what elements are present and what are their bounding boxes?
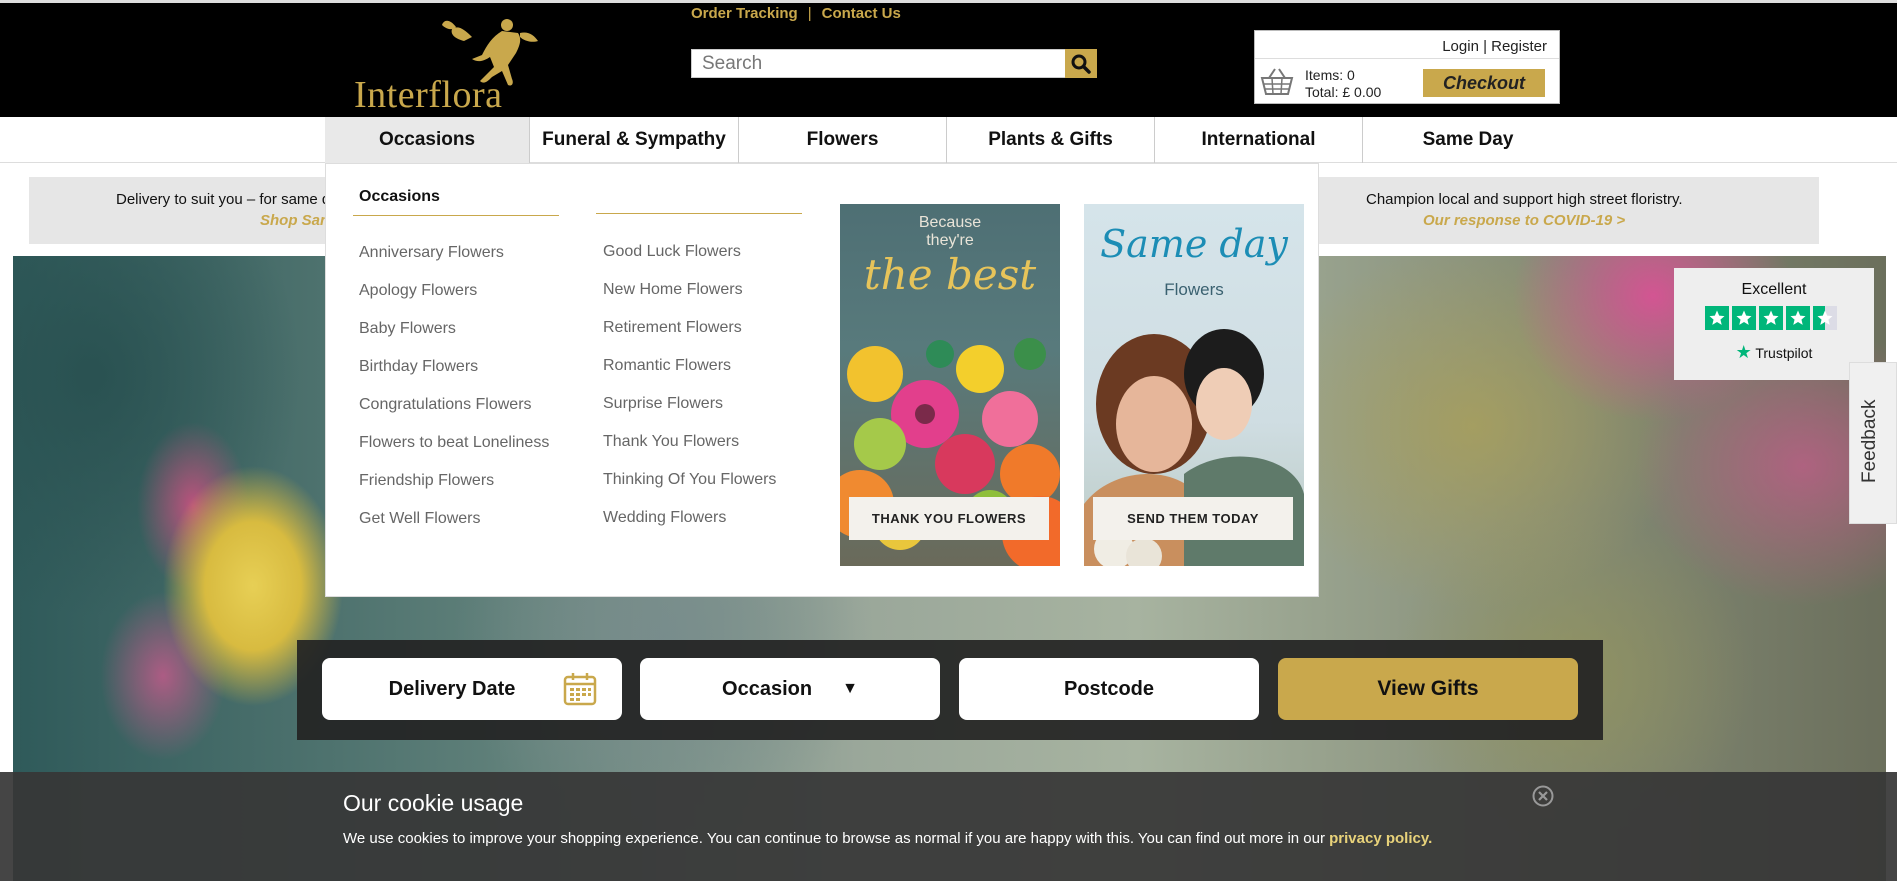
card2-line1: Same day [1100, 222, 1288, 266]
occasion-select[interactable]: Occasion ▼ [640, 658, 940, 720]
menu-link-new-home[interactable]: New Home Flowers [603, 271, 776, 309]
postcode-label: Postcode [1063, 677, 1155, 700]
search-bar [691, 49, 1097, 78]
menu-link-wedding[interactable]: Wedding Flowers [603, 499, 776, 537]
trustpilot-widget[interactable]: Excellent ★ Trustpilot [1674, 268, 1874, 380]
half-star-icon [1813, 306, 1837, 330]
cookie-text: We use cookies to improve your shopping … [343, 830, 1330, 847]
cookie-message: We use cookies to improve your shopping … [343, 830, 1432, 847]
nav-tab-funeral-sympathy[interactable]: Funeral & Sympathy [530, 117, 739, 163]
search-button[interactable] [1065, 49, 1097, 78]
cookie-banner: Our cookie usage We use cookies to impro… [0, 772, 1897, 881]
trustpilot-star-icon: ★ [1735, 342, 1752, 362]
search-input[interactable] [692, 50, 1062, 77]
view-gifts-button[interactable]: View Gifts [1278, 658, 1578, 720]
nav-tab-same-day[interactable]: Same Day [1363, 117, 1573, 163]
trustpilot-brand-name: Trustpilot [1755, 345, 1813, 361]
menu-link-friendship[interactable]: Friendship Flowers [359, 462, 549, 500]
same-day-promo-card[interactable]: Same day Flowers SEND THEM TODAY [1084, 204, 1304, 566]
dropdown-arrow-icon: ▼ [842, 680, 858, 697]
top-links: Order Tracking | Contact Us [691, 5, 901, 22]
send-them-today-button[interactable]: SEND THEM TODAY [1093, 497, 1293, 540]
menu-link-loneliness[interactable]: Flowers to beat Loneliness [359, 424, 549, 462]
star-icon [1786, 306, 1810, 330]
basket-divider [1255, 58, 1559, 59]
basket-panel: Login | Register Items: 0 Total: £ 0.00 … [1254, 30, 1560, 104]
occasions-mega-menu: Occasions Anniversary Flowers Apology Fl… [325, 163, 1319, 597]
mega-menu-divider [596, 213, 802, 214]
main-nav: Occasions Funeral & Sympathy Flowers Pla… [0, 117, 1897, 163]
mega-menu-column-2: Good Luck Flowers New Home Flowers Retir… [603, 233, 776, 537]
promo-left-text: Delivery to suit you – for same d [116, 191, 331, 208]
card1-line1: Because [918, 214, 982, 231]
interflora-logo[interactable]: Interflora [352, 15, 562, 116]
card1-line2: they're [926, 232, 974, 249]
basket-icon[interactable] [1259, 67, 1295, 97]
trustpilot-stars [1705, 306, 1837, 330]
order-tracking-link[interactable]: Order Tracking [691, 5, 798, 22]
close-icon[interactable] [1532, 785, 1554, 807]
menu-link-get-well[interactable]: Get Well Flowers [359, 500, 549, 538]
privacy-policy-link[interactable]: privacy policy. [1329, 830, 1432, 847]
contact-us-link[interactable]: Contact Us [822, 5, 901, 22]
search-icon [1071, 54, 1091, 74]
covid-response-link[interactable]: Our response to COVID-19 > [1423, 212, 1625, 229]
card2-line2: Flowers [1164, 280, 1224, 299]
menu-link-retirement[interactable]: Retirement Flowers [603, 309, 776, 347]
promo-left-link[interactable]: Shop Sam [260, 212, 333, 229]
calendar-icon [563, 673, 597, 706]
thank-you-promo-card[interactable]: Because they're the best THANK YOU FLOWE… [840, 204, 1060, 566]
mega-menu-heading: Occasions [359, 188, 440, 205]
nav-tab-occasions[interactable]: Occasions [325, 117, 530, 163]
link-separator: | [807, 5, 812, 22]
menu-link-congratulations[interactable]: Congratulations Flowers [359, 386, 549, 424]
occasion-label: Occasion [722, 677, 813, 700]
basket-total: Total: £ 0.00 [1305, 84, 1382, 100]
nav-tab-flowers[interactable]: Flowers [739, 117, 947, 163]
trustpilot-brand: ★ Trustpilot [1674, 342, 1874, 363]
cookie-title: Our cookie usage [343, 790, 524, 816]
mega-menu-divider [353, 215, 559, 216]
basket-items-count: Items: 0 [1305, 67, 1355, 83]
menu-link-baby[interactable]: Baby Flowers [359, 310, 549, 348]
star-icon [1705, 306, 1729, 330]
menu-link-apology[interactable]: Apology Flowers [359, 272, 549, 310]
menu-link-birthday[interactable]: Birthday Flowers [359, 348, 549, 386]
basket-summary: Items: 0 Total: £ 0.00 [1305, 67, 1381, 101]
menu-link-surprise[interactable]: Surprise Flowers [603, 385, 776, 423]
star-icon [1759, 306, 1783, 330]
star-icon [1732, 306, 1756, 330]
menu-link-romantic[interactable]: Romantic Flowers [603, 347, 776, 385]
delivery-date-field[interactable]: Delivery Date [322, 658, 622, 720]
mega-menu-column-1: Anniversary Flowers Apology Flowers Baby… [359, 234, 549, 538]
page: Interflora Order Tracking | Contact Us L… [0, 0, 1897, 881]
nav-tab-international[interactable]: International [1155, 117, 1363, 163]
feedback-tab[interactable]: Feedback [1849, 362, 1897, 524]
feedback-label: Feedback [1859, 399, 1880, 483]
promo-right-text: Champion local and support high street f… [1366, 191, 1683, 208]
menu-link-anniversary[interactable]: Anniversary Flowers [359, 234, 549, 272]
delivery-date-label: Delivery Date [388, 677, 516, 700]
checkout-button[interactable]: Checkout [1423, 69, 1545, 97]
nav-tab-plants-gifts[interactable]: Plants & Gifts [947, 117, 1155, 163]
login-register-link[interactable]: Login | Register [1442, 38, 1547, 55]
menu-link-good-luck[interactable]: Good Luck Flowers [603, 233, 776, 271]
card1-line3: the best [863, 250, 1037, 299]
logo-text: Interflora [354, 74, 503, 116]
thank-you-flowers-button[interactable]: THANK YOU FLOWERS [849, 497, 1049, 540]
trustpilot-rating-text: Excellent [1741, 281, 1807, 298]
postcode-field[interactable]: Postcode [959, 658, 1259, 720]
menu-link-thank-you[interactable]: Thank You Flowers [603, 423, 776, 461]
site-header: Interflora Order Tracking | Contact Us L… [0, 0, 1897, 117]
gift-finder-bar: Delivery Date Occasion ▼ Postcode View G… [297, 640, 1603, 740]
menu-link-thinking-of-you[interactable]: Thinking Of You Flowers [603, 461, 776, 499]
